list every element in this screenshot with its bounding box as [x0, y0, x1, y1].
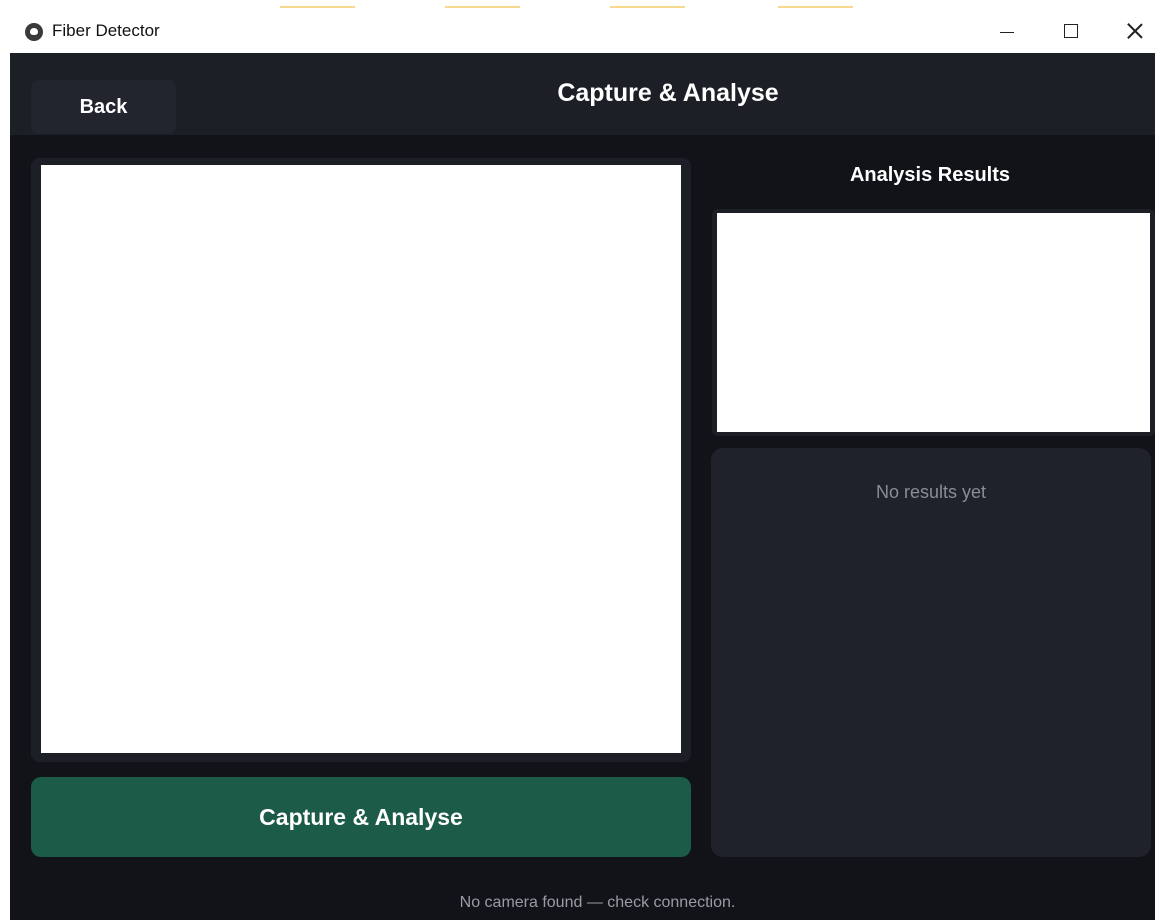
minimize-button[interactable]: [976, 8, 1038, 53]
page-header: Back Capture & Analyse: [10, 53, 1155, 135]
capture-analyse-button[interactable]: Capture & Analyse: [31, 777, 691, 857]
page-title: Capture & Analyse: [557, 79, 779, 107]
app-window: Fiber Detector Back Capture & Analyse Ca…: [10, 8, 1155, 920]
maximize-button[interactable]: [1040, 8, 1102, 53]
results-image-panel: [712, 209, 1155, 436]
maximize-icon: [1064, 23, 1078, 38]
empty-results-text: No results yet: [875, 482, 987, 502]
close-icon: [1127, 23, 1143, 39]
camera-panel: [31, 158, 691, 762]
title-bar[interactable]: Fiber Detector: [10, 8, 1155, 53]
close-button[interactable]: [1104, 8, 1155, 53]
results-list: No results yet: [711, 448, 1151, 857]
results-image-preview: [717, 213, 1150, 432]
status-message: No camera found — check connection.: [459, 894, 736, 911]
app-logo-icon: [25, 23, 43, 41]
minimize-icon: [1000, 31, 1014, 34]
top-accent-strip: [0, 0, 1155, 8]
window-title: Fiber Detector: [52, 21, 160, 40]
results-title: Analysis Results: [849, 164, 1011, 186]
camera-preview: [41, 165, 681, 753]
